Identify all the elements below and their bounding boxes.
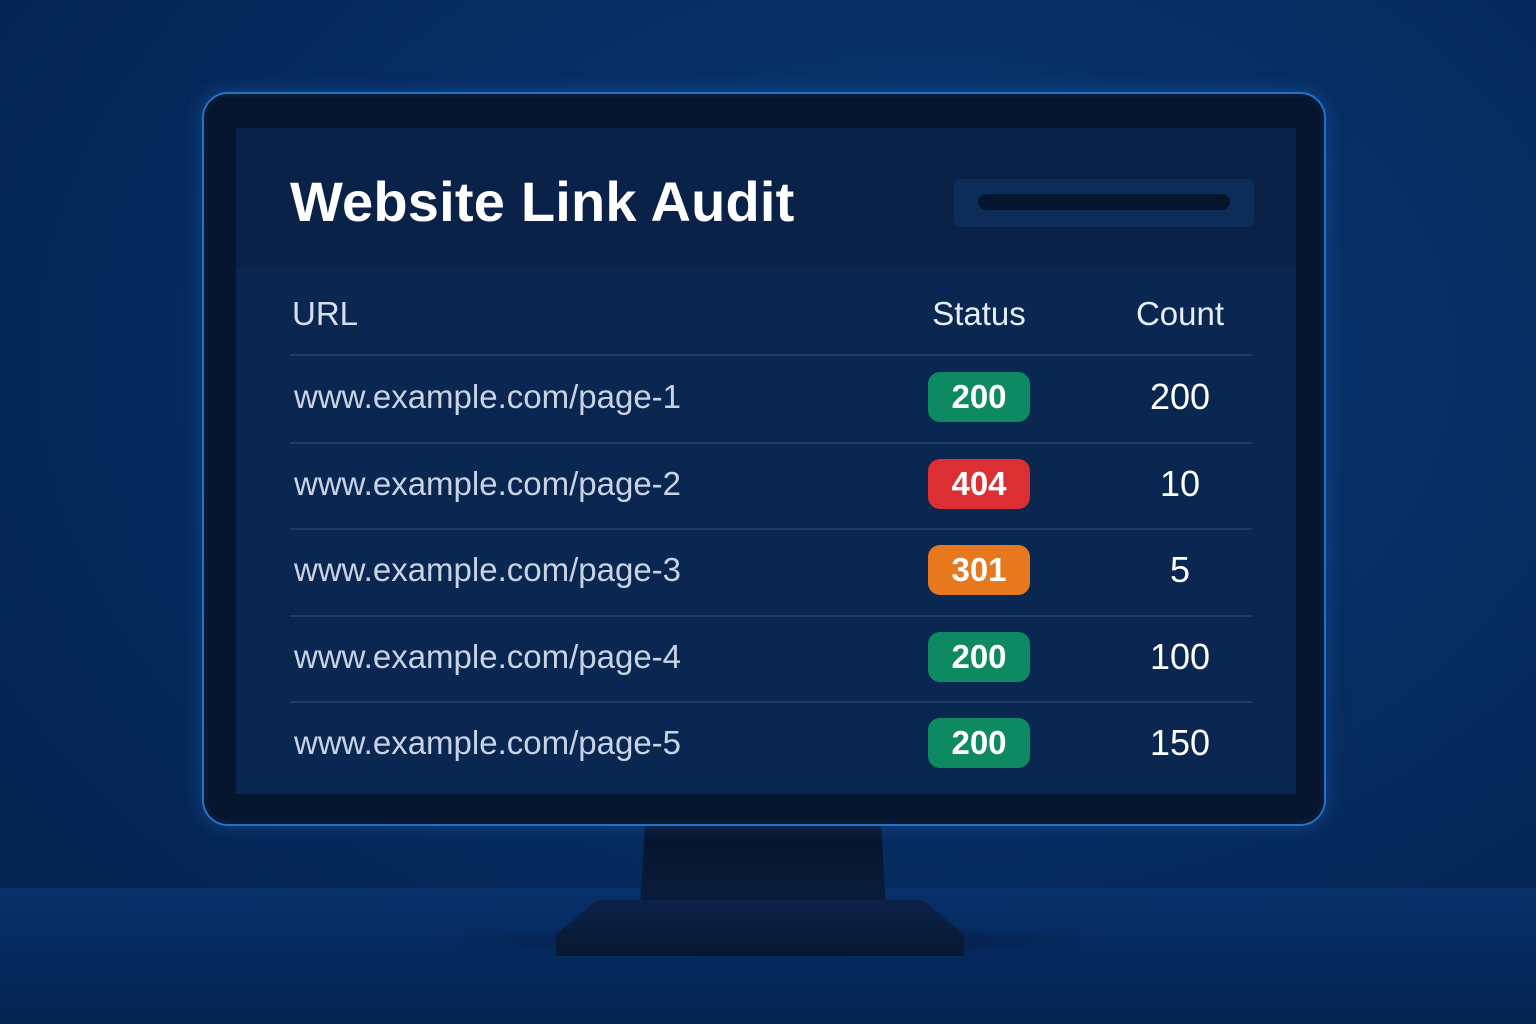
search-field[interactable] [954,179,1254,227]
table-row[interactable]: www.example.com/page-3 301 5 [236,529,1296,615]
app-header: Website Link Audit [236,128,1296,267]
count-cell: 200 [1149,376,1211,417]
table-row[interactable]: www.example.com/page-2 404 10 [236,443,1296,529]
status-badge: 200 [928,718,1030,768]
count-cell: 150 [1149,722,1211,763]
page-title: Website Link Audit [290,170,795,233]
status-badge: 200 [928,632,1030,682]
table-row[interactable]: www.example.com/page-5 200 150 [236,702,1296,788]
column-header-url[interactable]: URL [292,294,358,334]
table-row[interactable]: www.example.com/page-4 200 100 [236,616,1296,702]
column-header-count[interactable]: Count [1112,294,1248,334]
count-cell: 100 [1149,636,1211,677]
search-input[interactable] [978,194,1230,210]
app-window: Website Link Audit URL Status Count www.… [236,128,1296,794]
count-cell: 10 [1159,463,1201,504]
count-cell: 5 [1169,549,1191,590]
monitor-stand-neck [640,826,886,906]
table-row[interactable]: www.example.com/page-1 200 200 [236,356,1296,442]
url-cell[interactable]: www.example.com/page-2 [294,463,681,505]
url-cell[interactable]: www.example.com/page-4 [294,636,681,678]
status-badge: 200 [928,372,1030,422]
monitor-stand-base [556,900,964,956]
status-badge: 404 [928,459,1030,509]
url-cell[interactable]: www.example.com/page-5 [294,722,681,764]
monitor: Website Link Audit URL Status Count www.… [202,92,1326,826]
url-cell[interactable]: www.example.com/page-3 [294,549,681,591]
url-cell[interactable]: www.example.com/page-1 [294,376,681,418]
status-badge: 301 [928,545,1030,595]
column-header-status[interactable]: Status [926,294,1032,334]
